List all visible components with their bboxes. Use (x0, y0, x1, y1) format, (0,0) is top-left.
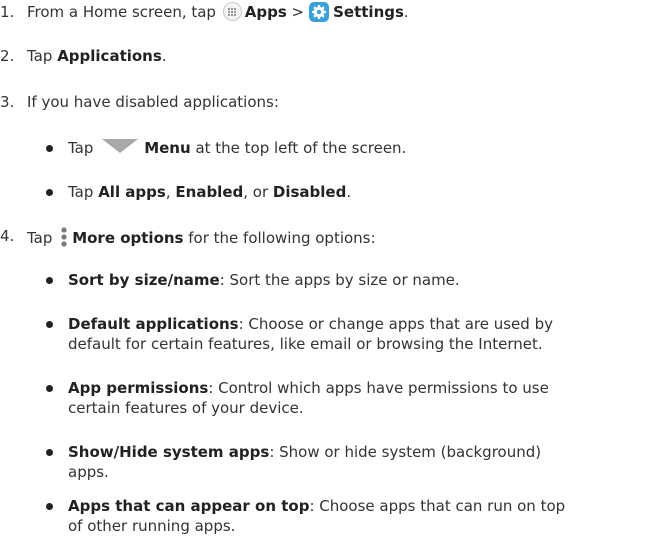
apps-grid-icon (222, 2, 242, 21)
settings-label: Settings (333, 3, 404, 21)
separator: > (291, 3, 305, 21)
settings-gear-icon (309, 2, 330, 22)
step-text: From a Home screen, tap (27, 3, 216, 21)
instructions-page: 1. From a Home screen, tap Apps > Settin… (0, 2, 566, 535)
bullet-dot (46, 277, 53, 284)
menu-label: Menu (144, 139, 191, 157)
step-text: If you have disabled applications: (27, 93, 279, 111)
bullet-dot (46, 189, 53, 196)
menu-triangle-icon (102, 139, 139, 153)
step-number: 1. (0, 3, 15, 21)
more-options-icon (61, 227, 67, 247)
bullet-dot (46, 503, 53, 510)
step-number: 4. (0, 227, 15, 245)
step-number: 3. (0, 93, 15, 111)
bullet-dot (46, 321, 53, 328)
bullet-dot (46, 145, 53, 152)
more-options-label: More options (72, 229, 184, 247)
apps-label: Apps (244, 3, 287, 21)
bullet-dot (46, 449, 53, 456)
bullet-dot (46, 385, 53, 392)
applications-label: Applications (57, 47, 162, 65)
step-number: 2. (0, 47, 15, 65)
